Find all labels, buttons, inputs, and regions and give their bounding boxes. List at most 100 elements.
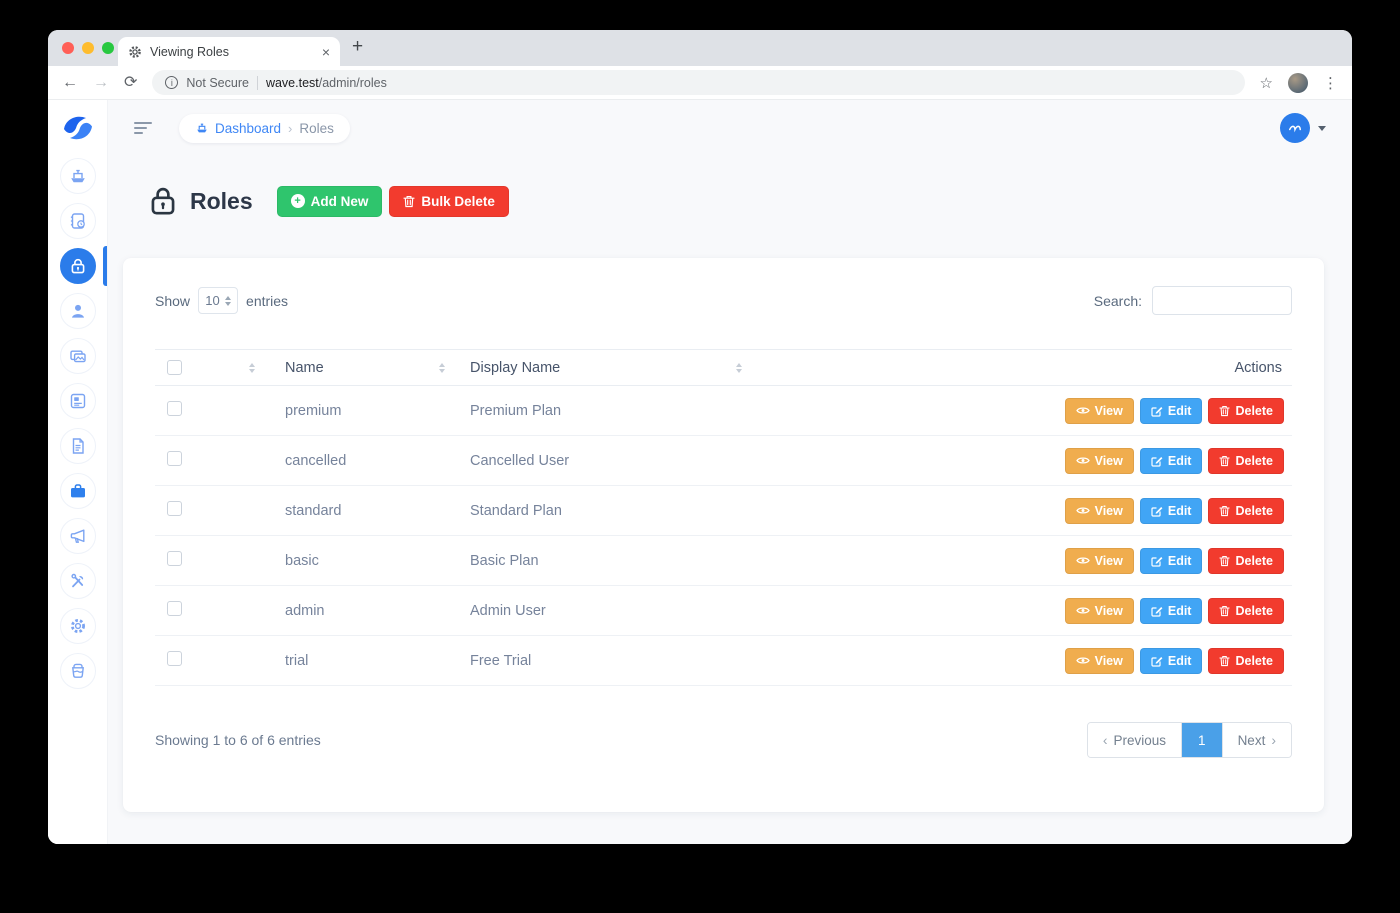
actions-column-header: Actions	[752, 349, 1292, 386]
bulk-delete-button[interactable]: Bulk Delete	[389, 185, 509, 217]
next-page-button[interactable]: Next ›	[1221, 723, 1291, 757]
user-avatar[interactable]	[1280, 113, 1310, 143]
forward-icon[interactable]: →	[93, 74, 109, 91]
user-menu[interactable]	[1280, 113, 1326, 143]
sidebar-item-roles[interactable]	[59, 248, 96, 284]
edit-button[interactable]: Edit	[1139, 447, 1203, 474]
sidebar-item-plans[interactable]	[59, 203, 96, 239]
select-all-header[interactable]	[155, 349, 265, 386]
minimize-window-button[interactable]	[82, 42, 94, 54]
trash-icon	[1219, 505, 1231, 516]
browser-profile-avatar[interactable]	[1288, 72, 1308, 93]
close-window-button[interactable]	[62, 42, 74, 54]
zoom-window-button[interactable]	[102, 42, 114, 54]
new-tab-button[interactable]: +	[352, 36, 363, 58]
active-nav-indicator	[103, 246, 107, 286]
edit-button[interactable]: Edit	[1139, 597, 1203, 624]
eye-icon	[1075, 657, 1090, 664]
url-path: /admin/roles	[318, 75, 387, 90]
browser-menu-icon[interactable]: ⋮	[1323, 74, 1338, 92]
row-checkbox[interactable]	[167, 451, 182, 466]
showing-entries-text: Showing 1 to 6 of 6 entries	[155, 732, 321, 748]
add-new-button[interactable]: + Add New	[276, 185, 383, 217]
traffic-lights	[62, 42, 114, 54]
view-button[interactable]: View	[1064, 647, 1134, 674]
view-button[interactable]: View	[1064, 447, 1134, 474]
row-checkbox[interactable]	[167, 501, 182, 516]
megaphone-icon	[70, 529, 84, 543]
address-bar[interactable]: i Not Secure wave.test/admin/roles	[152, 70, 1245, 95]
eye-icon	[1075, 457, 1090, 464]
delete-button[interactable]: Delete	[1208, 547, 1284, 574]
row-checkbox[interactable]	[167, 401, 182, 416]
edit-button[interactable]: Edit	[1139, 547, 1203, 574]
sidebar-item-media[interactable]	[59, 338, 96, 374]
eye-icon	[1075, 507, 1090, 514]
row-checkbox[interactable]	[167, 601, 182, 616]
view-button[interactable]: View	[1064, 547, 1134, 574]
reload-icon[interactable]: ⟳	[124, 74, 137, 91]
table-row: trial Free Trial View Edit Delete	[155, 635, 1292, 686]
lock-icon	[151, 187, 175, 215]
row-checkbox[interactable]	[167, 551, 182, 566]
display-name-cell: Cancelled User	[455, 435, 752, 486]
sort-icon	[249, 362, 255, 373]
sidebar-item-settings[interactable]	[59, 608, 96, 644]
trash-icon	[1219, 555, 1231, 566]
row-checkbox[interactable]	[167, 651, 182, 666]
main-content: Dashboard › Roles Roles + Add New Bulk D…	[108, 100, 1352, 844]
wave-logo-icon[interactable]	[60, 110, 96, 146]
entries-select[interactable]: 10	[198, 287, 239, 314]
edit-button[interactable]: Edit	[1139, 647, 1203, 674]
view-button[interactable]: View	[1064, 497, 1134, 524]
table-header-row: Name Display Name Actions	[155, 349, 1292, 386]
document-icon	[72, 438, 84, 454]
breadcrumb-current: Roles	[299, 120, 334, 136]
chevron-right-icon: ›	[1271, 732, 1276, 748]
delete-button[interactable]: Delete	[1208, 397, 1284, 424]
delete-button[interactable]: Delete	[1208, 447, 1284, 474]
edit-button[interactable]: Edit	[1139, 397, 1203, 424]
title-row: Roles + Add New Bulk Delete	[108, 180, 1352, 222]
back-icon[interactable]: ←	[62, 74, 78, 91]
sidebar-item-users[interactable]	[59, 293, 96, 329]
delete-button[interactable]: Delete	[1208, 647, 1284, 674]
previous-page-button[interactable]: ‹ Previous	[1087, 723, 1183, 757]
display-name-cell: Admin User	[455, 585, 752, 636]
sidebar-item-pages[interactable]	[59, 428, 96, 464]
page-number-button[interactable]: 1	[1182, 723, 1222, 757]
info-icon[interactable]: i	[165, 76, 179, 89]
delete-button[interactable]: Delete	[1208, 497, 1284, 524]
sidebar-item-announcements[interactable]	[59, 518, 96, 554]
view-button[interactable]: View	[1064, 397, 1134, 424]
search-input[interactable]	[1152, 286, 1292, 315]
hamburger-menu-icon[interactable]	[134, 122, 152, 134]
sidebar-item-themes[interactable]	[59, 653, 96, 689]
display-name-cell: Premium Plan	[455, 385, 752, 436]
delete-button[interactable]: Delete	[1208, 597, 1284, 624]
bookmark-star-icon[interactable]: ☆	[1260, 74, 1273, 92]
browser-toolbar: ← → ⟳ i Not Secure wave.test/admin/roles…	[48, 66, 1352, 100]
page-title: Roles	[190, 187, 253, 214]
sidebar-item-dashboard[interactable]	[59, 158, 96, 194]
select-stepper-icon	[224, 295, 231, 306]
sidebar-item-posts[interactable]	[59, 383, 96, 419]
view-button[interactable]: View	[1064, 597, 1134, 624]
edit-button[interactable]: Edit	[1139, 497, 1203, 524]
eye-icon	[1075, 607, 1090, 614]
edit-icon	[1151, 456, 1163, 467]
tab-close-icon[interactable]: ×	[322, 44, 330, 60]
tab-favicon-icon	[128, 45, 142, 59]
chevron-down-icon[interactable]	[1318, 125, 1326, 131]
browser-tab[interactable]: Viewing Roles ×	[118, 37, 340, 66]
name-column-header[interactable]: Name	[265, 349, 455, 386]
entries-label: entries	[246, 292, 289, 309]
select-all-checkbox[interactable]	[167, 360, 182, 375]
display-name-column-header[interactable]: Display Name	[455, 349, 752, 386]
trash-icon	[1219, 655, 1231, 666]
trash-icon	[1219, 455, 1231, 466]
sort-icon	[439, 362, 445, 373]
sidebar-item-categories[interactable]	[59, 473, 96, 509]
breadcrumb-dashboard-link[interactable]: Dashboard	[195, 121, 281, 136]
sidebar-item-tools[interactable]	[59, 563, 96, 599]
